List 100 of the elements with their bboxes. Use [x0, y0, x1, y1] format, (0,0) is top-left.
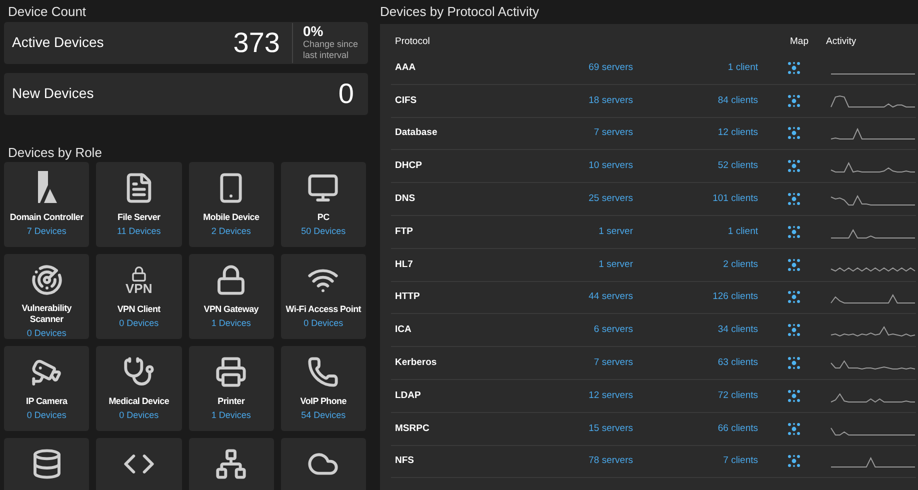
client-count[interactable]: 84 clients [633, 94, 758, 108]
client-count[interactable]: 126 clients [633, 290, 758, 305]
map-icon[interactable] [788, 226, 800, 238]
map-icon[interactable] [788, 62, 800, 74]
active-count: 373 [233, 26, 281, 60]
server-count[interactable]: 78 servers [515, 454, 633, 469]
change-caption: Change since last interval [303, 39, 360, 61]
client-count[interactable]: 63 clients [633, 356, 758, 370]
client-count[interactable]: 101 clients [633, 192, 758, 206]
map-icon[interactable] [788, 324, 800, 336]
role-tile[interactable]: VoIP Phone 54 Devices [280, 346, 366, 431]
server-count[interactable]: 1 server [515, 258, 633, 272]
protocol-name: HTTP [395, 290, 421, 304]
role-count[interactable]: 0 Devices [119, 409, 159, 421]
map-icon[interactable] [788, 357, 800, 370]
server-count[interactable]: 18 servers [515, 94, 633, 108]
printer-icon [215, 356, 248, 388]
protocol-name: NFS [395, 454, 415, 468]
role-count[interactable]: 0 Devices [26, 327, 66, 339]
section-title: Devices by Protocol Activity [380, 3, 540, 21]
column-header: Map [790, 34, 810, 49]
map-icon[interactable] [788, 390, 800, 402]
role-count[interactable]: 11 Devices [116, 225, 161, 237]
server-count[interactable]: 1 server [515, 224, 633, 239]
role-tile[interactable]: Medical Device 0 Devices [96, 346, 182, 431]
role-count[interactable]: 54 Devices [301, 409, 346, 421]
column-header: Activity [826, 34, 856, 49]
server-count[interactable]: 69 servers [515, 60, 633, 76]
card-label: Active Devices [12, 33, 105, 52]
protocol-name: Kerberos [395, 356, 438, 370]
map-icon[interactable] [788, 422, 800, 435]
role-name: VPN Gateway [202, 304, 260, 315]
map-icon[interactable] [788, 94, 800, 107]
new-count: 0 [338, 76, 354, 110]
server-count[interactable]: 12 servers [515, 388, 633, 403]
server-count[interactable]: 25 servers [515, 192, 633, 206]
client-count[interactable]: 2 clients [633, 258, 758, 272]
server-count[interactable]: 7 servers [515, 126, 633, 141]
map-icon[interactable] [788, 455, 800, 468]
monitor-icon [307, 172, 340, 204]
role-count[interactable]: 7 Devices [26, 225, 66, 237]
role-count[interactable]: 0 Devices [119, 317, 159, 329]
map-icon[interactable] [788, 160, 800, 172]
role-name: Wi-Fi Access Point [284, 304, 362, 315]
server-count[interactable]: 7 servers [515, 356, 633, 370]
role-name: IP Camera [25, 396, 68, 407]
role-name: PC [316, 212, 330, 223]
map-icon[interactable] [788, 127, 800, 140]
section-title: Devices by Role [7, 144, 103, 162]
client-count[interactable]: 52 clients [633, 159, 758, 174]
protocol-name: DNS [395, 192, 416, 206]
change-percent: 0% [303, 24, 324, 39]
protocol-name: CIFS [395, 94, 418, 108]
role-tile[interactable]: VPN VPN Client 0 Devices [96, 254, 182, 339]
map-icon[interactable] [788, 258, 800, 271]
section-title: Device Count [7, 3, 88, 21]
protocol-name: FTP [395, 224, 414, 239]
client-count[interactable]: 34 clients [633, 323, 758, 338]
map-icon[interactable] [788, 193, 800, 206]
map-icon[interactable] [788, 291, 800, 304]
role-tile[interactable]: Mobile Device 2 Devices [188, 162, 274, 247]
role-tile[interactable]: Domain Controller 7 Devices [4, 162, 90, 247]
role-count[interactable]: 50 Devices [301, 225, 346, 237]
role-count[interactable]: 0 Devices [304, 317, 344, 329]
role-count[interactable]: 1 Devices [211, 409, 251, 421]
client-count[interactable]: 1 client [633, 224, 758, 239]
protocol-name: Database [395, 126, 438, 140]
role-tile[interactable]: Vulnerability Scanner 0 Devices [4, 254, 90, 339]
role-count[interactable]: 0 Devices [26, 409, 66, 421]
stethoscope-icon [122, 356, 155, 388]
protocol-name: LDAP [395, 388, 422, 403]
client-count[interactable]: 1 client [633, 60, 758, 76]
role-name: File Server [116, 212, 162, 223]
role-tile[interactable]: PC 50 Devices [280, 162, 366, 247]
role-tile[interactable]: VPN Gateway 1 Devices [188, 254, 274, 339]
server-count[interactable]: 44 servers [515, 290, 633, 305]
server-count[interactable]: 15 servers [515, 422, 633, 436]
role-name: Vulnerability Scanner [20, 303, 73, 325]
server-count[interactable]: 6 servers [515, 323, 633, 338]
phone-icon [307, 356, 340, 388]
role-name: Printer [216, 396, 246, 407]
client-count[interactable]: 66 clients [633, 422, 758, 436]
server-count[interactable]: 10 servers [515, 159, 633, 174]
role-name: VoIP Phone [299, 396, 348, 407]
role-tile[interactable]: IP Camera 0 Devices [4, 346, 90, 431]
role-tile[interactable]: Printer 1 Devices [188, 346, 274, 431]
role-tile[interactable]: Wi-Fi Access Point 0 Devices [280, 254, 366, 339]
client-count[interactable]: 12 clients [633, 126, 758, 141]
database-icon [30, 448, 63, 480]
role-name: VPN Client [116, 304, 162, 315]
protocol-name: MSRPC [395, 422, 430, 436]
client-count[interactable]: 72 clients [633, 388, 758, 403]
network-icon [215, 448, 248, 480]
protocol-name: DHCP [395, 159, 423, 174]
client-count[interactable]: 7 clients [633, 454, 758, 469]
role-count[interactable]: 1 Devices [211, 317, 251, 329]
role-count[interactable]: 2 Devices [211, 225, 251, 237]
column-header: Protocol [395, 34, 431, 49]
role-tile[interactable]: File Server 11 Devices [96, 162, 182, 247]
role-name: Mobile Device [202, 212, 260, 223]
